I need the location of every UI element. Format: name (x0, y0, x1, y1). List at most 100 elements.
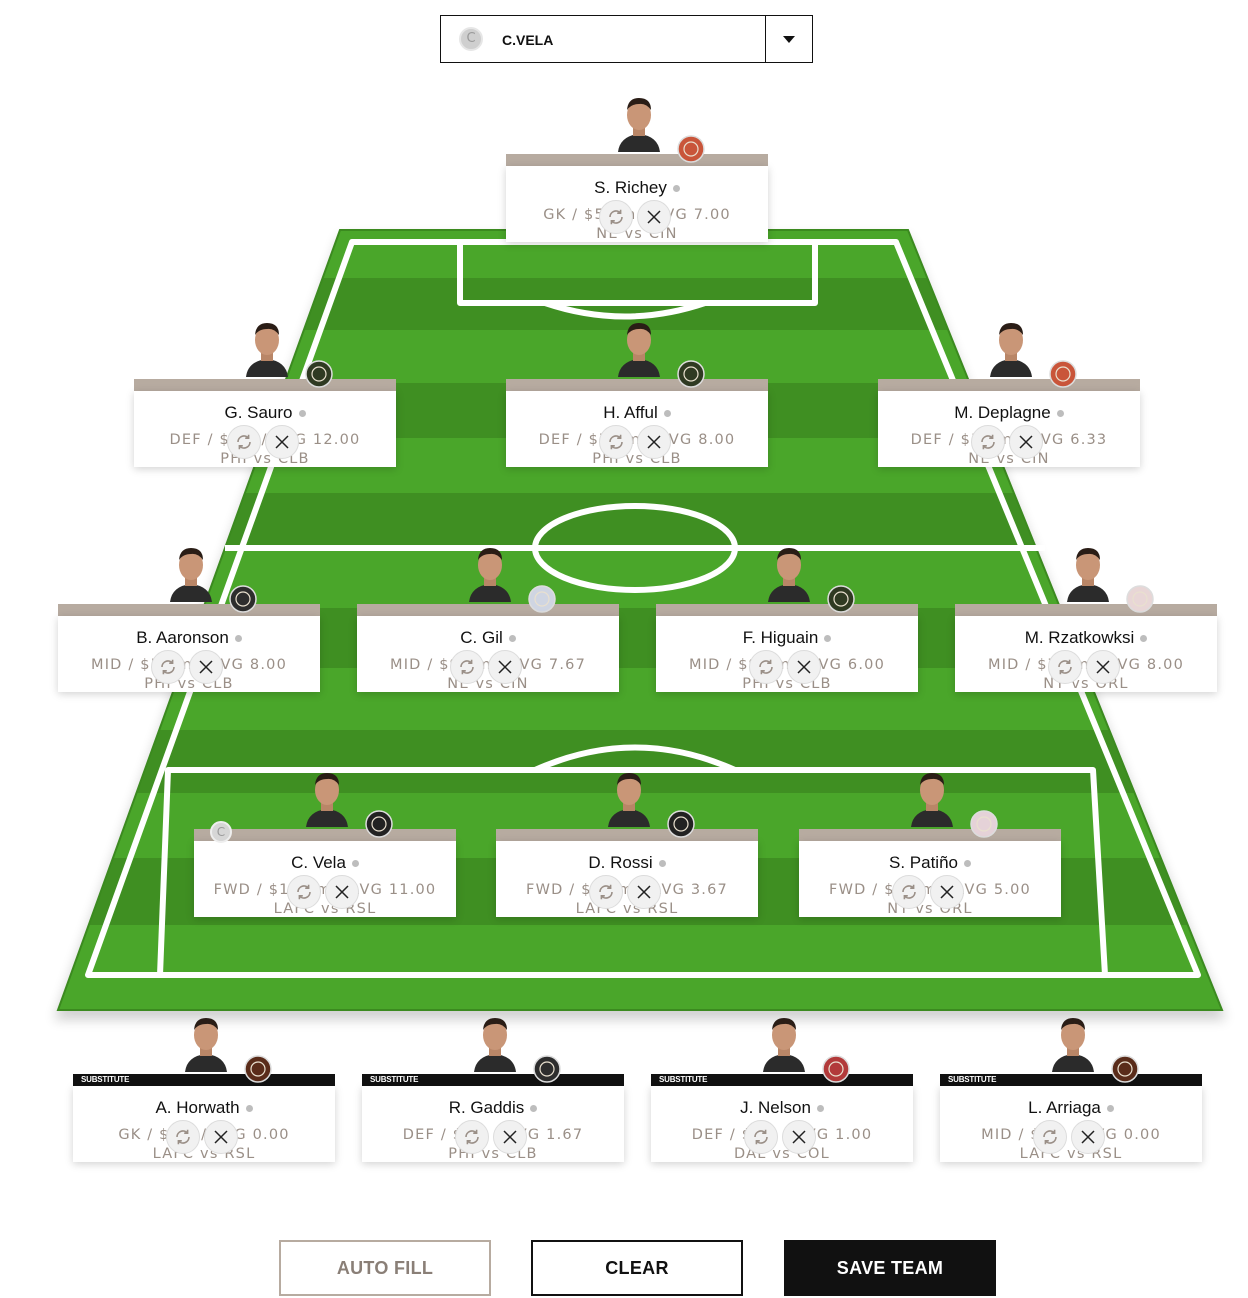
substitute-label: SUBSTITUTE (948, 1075, 997, 1084)
swap-player-button[interactable] (599, 425, 633, 459)
card-header-strip: SUBSTITUTE (73, 1074, 335, 1086)
club-crest-icon (676, 359, 706, 389)
swap-player-button[interactable] (589, 875, 623, 909)
card-actions (749, 650, 829, 686)
remove-player-button[interactable] (930, 875, 964, 909)
card-actions (151, 650, 231, 686)
swap-player-button[interactable] (227, 425, 261, 459)
status-dot-icon (1106, 1105, 1114, 1113)
player-name-text: A. Horwath (155, 1098, 240, 1117)
card-header-strip (496, 829, 758, 841)
player-card[interactable]: G. SauroDEF / $6m / AVG 12.00PHI vs CLB (134, 317, 396, 467)
status-dot-icon (530, 1105, 538, 1113)
save-team-button[interactable]: SAVE TEAM (784, 1240, 996, 1296)
swap-player-button[interactable] (749, 650, 783, 684)
swap-player-button[interactable] (1033, 1120, 1067, 1154)
player-photo (766, 542, 812, 602)
card-actions (227, 425, 307, 461)
player-photo (168, 542, 214, 602)
player-name: R. Gaddis (362, 1098, 624, 1118)
player-card[interactable]: B. AaronsonMID / $5.5m / AVG 8.00PHI vs … (58, 542, 320, 692)
player-name-text: B. Aaronson (136, 628, 229, 647)
player-card[interactable]: F. HiguainMID / $9.4m / AVG 6.00PHI vs C… (656, 542, 918, 692)
card-header-strip (799, 829, 1061, 841)
player-card[interactable]: H. AffulDEF / $7.7m / AVG 8.00PHI vs CLB (506, 317, 768, 467)
status-dot-icon (245, 1105, 253, 1113)
player-card[interactable]: D. RossiFWD / $9.1m / AVG 3.67LAFC vs RS… (496, 767, 758, 917)
card-header-strip (194, 829, 456, 841)
remove-player-button[interactable] (488, 650, 522, 684)
auto-fill-button[interactable]: AUTO FILL (279, 1240, 491, 1296)
player-card[interactable]: C. VelaFWD / $11.8m / AVG 11.00LAFC vs R… (194, 767, 456, 917)
swap-player-button[interactable] (450, 650, 484, 684)
remove-player-button[interactable] (493, 1120, 527, 1154)
card-header-strip (656, 604, 918, 616)
status-dot-icon (1056, 410, 1064, 418)
player-name-text: D. Rossi (588, 853, 653, 872)
substitute-label: SUBSTITUTE (370, 1075, 419, 1084)
swap-player-button[interactable] (892, 875, 926, 909)
club-crest-icon (527, 584, 557, 614)
player-card[interactable]: S. PatiñoFWD / $5.3m / AVG 5.00NY vs ORL (799, 767, 1061, 917)
player-name-text: H. Afful (603, 403, 658, 422)
substitute-card[interactable]: SUBSTITUTEA. HorwathGK / $4m / AVG 0.00L… (73, 1012, 335, 1162)
card-actions (599, 200, 679, 236)
club-crest-icon (1125, 584, 1155, 614)
status-dot-icon (1140, 635, 1148, 643)
player-card[interactable]: M. RzatkowksiMID / $7.5m / AVG 8.00NY vs… (955, 542, 1217, 692)
player-name-text: G. Sauro (224, 403, 293, 422)
swap-player-button[interactable] (455, 1120, 489, 1154)
swap-player-button[interactable] (151, 650, 185, 684)
status-dot-icon (964, 860, 971, 868)
club-crest-icon (666, 809, 696, 839)
card-header-strip: SUBSTITUTE (940, 1074, 1202, 1086)
club-crest-icon (826, 584, 856, 614)
card-header-strip: SUBSTITUTE (362, 1074, 624, 1086)
player-photo (616, 317, 662, 377)
player-card[interactable]: M. DeplagneDEF / $5.8m / AVG 6.33NE vs C… (878, 317, 1140, 467)
card-actions (455, 1120, 535, 1156)
remove-player-button[interactable] (189, 650, 223, 684)
substitute-card[interactable]: SUBSTITUTEJ. NelsonDEF / $4m / AVG 1.00D… (651, 1012, 913, 1162)
status-dot-icon (672, 185, 680, 193)
player-name: C. Vela (194, 853, 456, 873)
clear-button[interactable]: CLEAR (531, 1240, 743, 1296)
remove-player-button[interactable] (782, 1120, 816, 1154)
player-card[interactable]: S. RicheyGK / $5.3m / AVG 7.00NE vs CIN (506, 92, 768, 242)
remove-player-button[interactable] (204, 1120, 238, 1154)
player-name-text: S. Richey (594, 178, 667, 197)
swap-player-button[interactable] (287, 875, 321, 909)
swap-player-button[interactable] (744, 1120, 778, 1154)
status-dot-icon (816, 1105, 824, 1113)
status-dot-icon (298, 410, 306, 418)
player-name: L. Arriaga (940, 1098, 1202, 1118)
remove-player-button[interactable] (787, 650, 821, 684)
club-crest-icon (364, 809, 394, 839)
player-name-text: R. Gaddis (448, 1098, 525, 1117)
remove-player-button[interactable] (1086, 650, 1120, 684)
remove-player-button[interactable] (1071, 1120, 1105, 1154)
swap-player-button[interactable] (166, 1120, 200, 1154)
swap-player-button[interactable] (971, 425, 1005, 459)
remove-player-button[interactable] (325, 875, 359, 909)
club-crest-icon (243, 1054, 273, 1084)
status-dot-icon (658, 860, 666, 868)
remove-player-button[interactable] (1009, 425, 1043, 459)
swap-player-button[interactable] (1048, 650, 1082, 684)
remove-player-button[interactable] (627, 875, 661, 909)
substitute-card[interactable]: SUBSTITUTEL. ArriagaMID / $4m / AVG 0.00… (940, 1012, 1202, 1162)
club-crest-icon (821, 1054, 851, 1084)
player-photo (761, 1012, 807, 1072)
player-photo (472, 1012, 518, 1072)
remove-player-button[interactable] (637, 425, 671, 459)
player-card[interactable]: C. GilMID / $9.7m / AVG 7.67NE vs CIN (357, 542, 619, 692)
player-name: F. Higuain (656, 628, 918, 648)
remove-player-button[interactable] (637, 200, 671, 234)
substitute-card[interactable]: SUBSTITUTER. GaddisDEF / $4m / AVG 1.67P… (362, 1012, 624, 1162)
player-name: J. Nelson (651, 1098, 913, 1118)
player-photo (467, 542, 513, 602)
swap-player-button[interactable] (599, 200, 633, 234)
remove-player-button[interactable] (265, 425, 299, 459)
club-crest-icon (228, 584, 258, 614)
card-header-strip (878, 379, 1140, 391)
